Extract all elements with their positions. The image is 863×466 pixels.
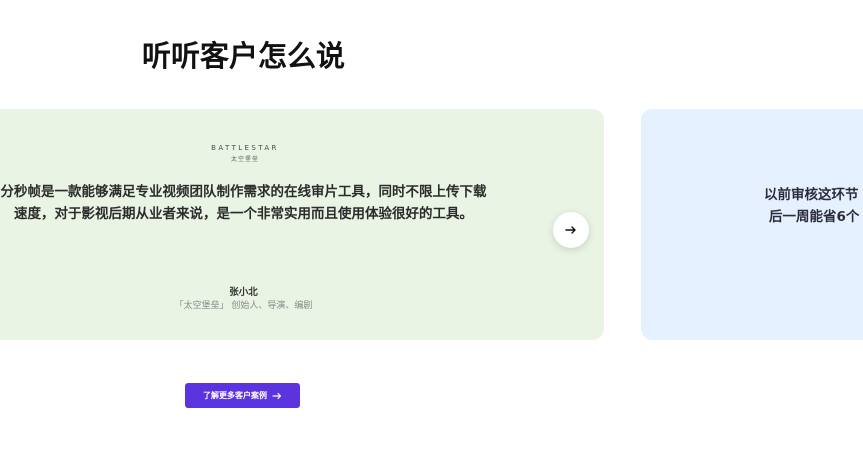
author-name: 张小北 <box>229 287 258 298</box>
arrow-right-icon <box>565 226 576 234</box>
carousel-next-button[interactable] <box>553 212 589 248</box>
testimonial-quote-next: 以前审核这环节 后一周能省6个 <box>641 184 863 228</box>
more-cases-label: 了解更多客户案例 <box>203 391 267 400</box>
author-role: 「太空堡垒」 创始人、导演、编剧 <box>174 301 313 311</box>
testimonial-card: BATTLESTAR 太空堡垒 分秒帧是一款能够满足专业视频团队制作需求的在线审… <box>0 109 604 340</box>
arrow-right-icon <box>272 392 282 399</box>
battlestar-logo: BATTLESTAR 太空堡垒 <box>210 141 280 169</box>
quote-line-2: 后一周能省6个 <box>769 209 860 225</box>
testimonial-quote: 分秒帧是一款能够满足专业视频团队制作需求的在线审片工具，同时不限上传下载速度，对… <box>0 184 487 222</box>
logo-text: BATTLESTAR <box>211 144 279 152</box>
logo-subtext: 太空堡垒 <box>230 156 259 163</box>
testimonial-card-next: 以前审核这环节 后一周能省6个 <box>641 109 863 340</box>
testimonials-page: 听听客户怎么说 BATTLESTAR 太空堡垒 分秒帧是一款能够满足专业视频团队… <box>0 0 863 466</box>
section-title: 听听客户怎么说 <box>142 39 346 73</box>
quote-line-1: 以前审核这环节 <box>764 187 859 203</box>
more-cases-button[interactable]: 了解更多客户案例 <box>185 383 300 408</box>
